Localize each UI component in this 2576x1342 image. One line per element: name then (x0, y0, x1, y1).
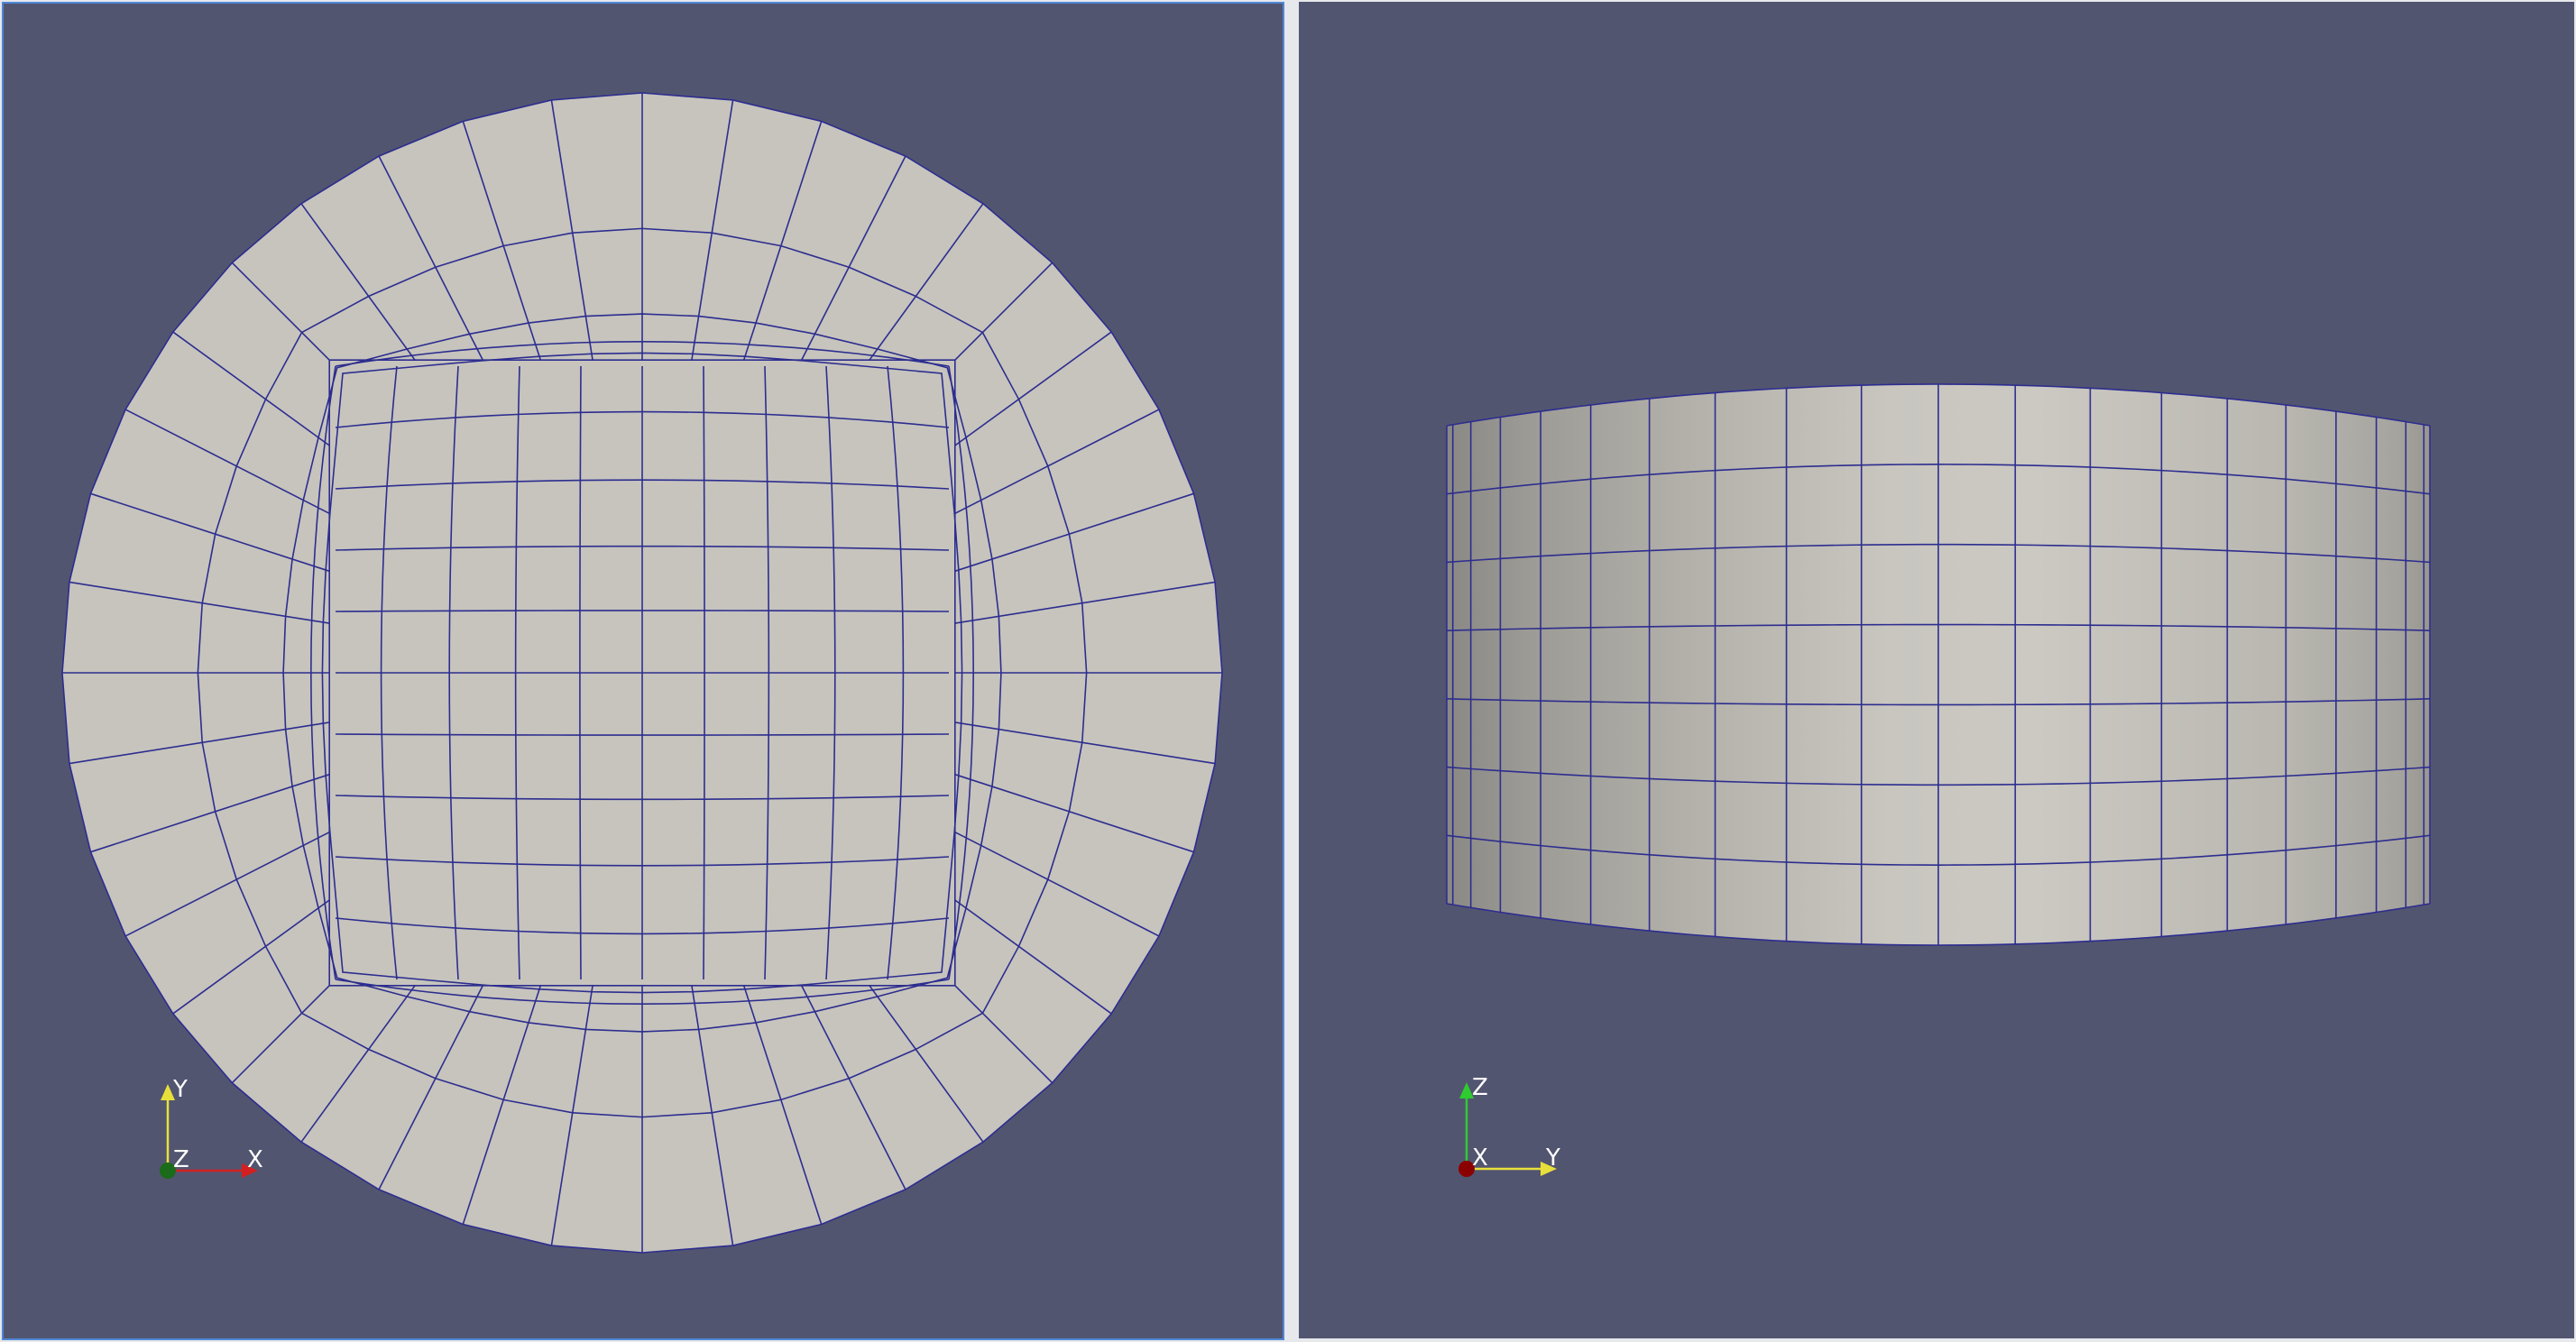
render-view-left[interactable]: Y Z X (2, 2, 1284, 1340)
axis-up-label: Z (1472, 1074, 1488, 1101)
disc-mesh (61, 92, 1223, 1254)
disc-mesh-render: Y Z X (61, 92, 1223, 1254)
cylinder-mesh (1446, 383, 2431, 946)
cylinder-mesh-render: Z X Y (1446, 383, 2431, 1177)
axis-right-label: X (247, 1146, 263, 1173)
orientation-axes-right: Z X Y (1458, 1074, 1560, 1177)
axis-up-label: Y (172, 1076, 188, 1103)
viewport-splitter[interactable] (1284, 0, 1299, 1342)
axis-right-label: Y (1545, 1144, 1560, 1172)
axis-center-label: Z (173, 1146, 189, 1173)
render-view-right[interactable]: Z X Y (1299, 2, 2574, 1338)
axis-center-label: X (1472, 1144, 1488, 1172)
